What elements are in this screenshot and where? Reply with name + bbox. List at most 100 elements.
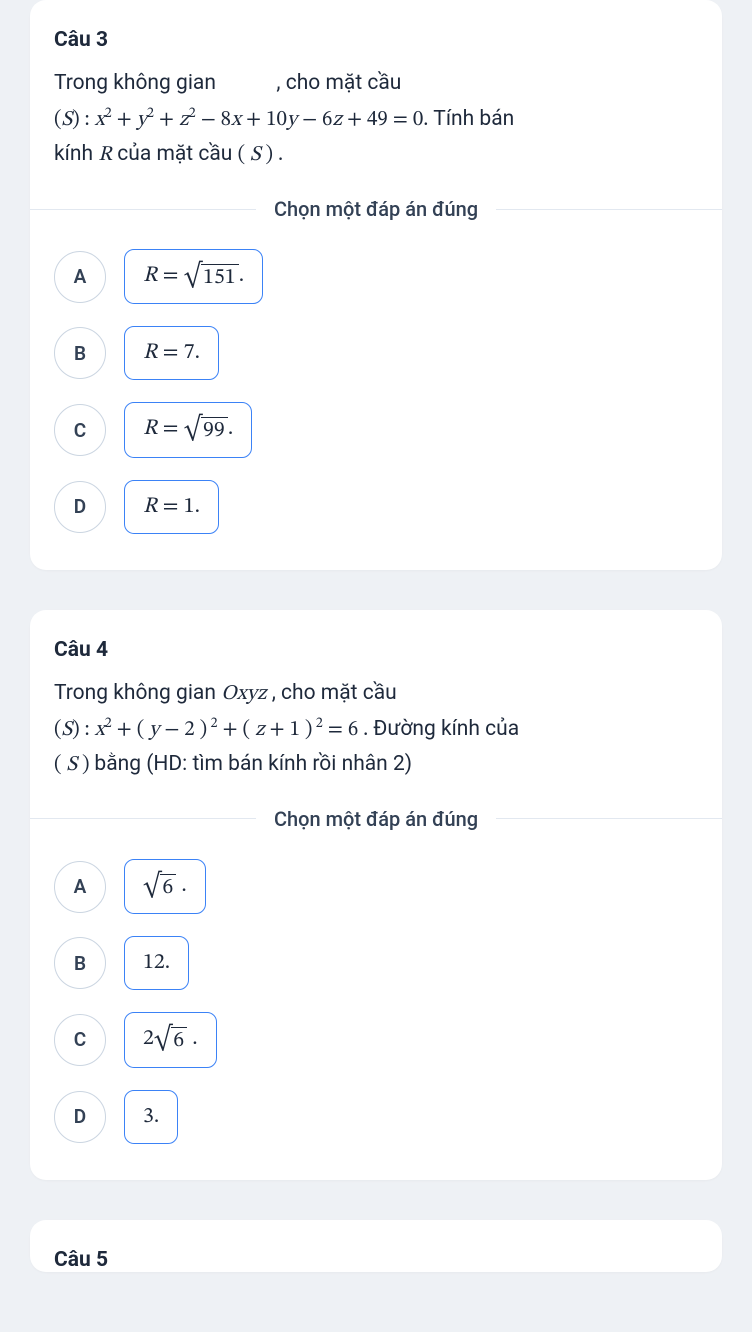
question-title: Câu 4 (54, 638, 698, 662)
math-var: y (137, 109, 147, 130)
prompt-text: Chọn một đáp án đúng (256, 197, 496, 221)
option-content[interactable]: √6 . (124, 859, 206, 914)
question-body: Trong không gian Oxyz , cho mặt cầu (S) … (54, 676, 698, 783)
text: , cho mặt cầu (267, 681, 397, 705)
math-var: y (287, 109, 297, 130)
option-content[interactable]: 2√6 . (124, 1012, 217, 1067)
math-var: x (231, 109, 241, 130)
option-c[interactable]: C 2√6 . (54, 1012, 698, 1067)
prompt-divider: Chọn một đáp án đúng (30, 197, 722, 221)
text: . (239, 265, 244, 287)
text: Tính bán (433, 107, 514, 131)
sqrt-icon: √ (154, 1028, 172, 1051)
text: − 6 (297, 109, 332, 130)
math-var: z (179, 109, 189, 130)
divider-line (30, 818, 256, 819)
math-var: R (143, 418, 158, 440)
math-var: S (250, 144, 261, 165)
math-var: z (255, 719, 265, 740)
option-letter[interactable]: C (54, 404, 106, 456)
math-var: R (143, 496, 158, 518)
text: ) : (72, 109, 95, 130)
options-list: A √6 . B 12. C 2√6 . D 3. (54, 859, 698, 1144)
text: + (154, 109, 179, 130)
math-var: S (66, 754, 77, 775)
option-letter[interactable]: D (54, 481, 106, 533)
divider-line (30, 209, 256, 210)
question-title: Câu 3 (54, 28, 698, 52)
question-body: Trong không gian , cho mặt cầu (S) : x2 … (54, 66, 698, 173)
option-d[interactable]: D 3. (54, 1090, 698, 1144)
text: kính (54, 142, 98, 166)
text: + 1 ) (265, 719, 313, 740)
sqrt-icon: √ (184, 418, 202, 441)
text: bằng (HD: tìm bán kính rồi nhân 2) (94, 752, 412, 776)
option-letter[interactable]: C (54, 1014, 106, 1066)
text: ( (54, 109, 62, 130)
option-content[interactable]: 3. (124, 1090, 178, 1144)
option-d[interactable]: D R = 1. (54, 480, 698, 534)
math-var: R (143, 265, 158, 287)
option-content[interactable]: R = √151. (124, 249, 263, 304)
divider-line (496, 818, 722, 819)
text: 2 (143, 1028, 154, 1050)
option-a[interactable]: A √6 . (54, 859, 698, 914)
text: 3. (143, 1106, 159, 1128)
question-card-4: Câu 4 Trong không gian Oxyz , cho mặt cầ… (30, 610, 722, 1180)
text: = (158, 265, 184, 287)
text: − 8 (196, 109, 231, 130)
options-list: A R = √151. B R = 7. C R = √99. D R = 1. (54, 249, 698, 534)
text: = 1. (158, 496, 200, 518)
text: = 6 . (323, 719, 368, 740)
question-card-5: Câu 5 (30, 1220, 722, 1272)
prompt-text: Chọn một đáp án đúng (256, 807, 496, 831)
text: . (176, 875, 187, 897)
text: ( (54, 719, 62, 740)
sqrt-arg: 6 (171, 1027, 187, 1054)
sqrt-arg: 99 (201, 417, 228, 444)
text: ) (77, 754, 94, 775)
option-a[interactable]: A R = √151. (54, 249, 698, 304)
option-letter[interactable]: B (54, 937, 106, 989)
sqrt-arg: 6 (160, 874, 176, 901)
sqrt-icon: √ (184, 265, 202, 288)
math-var: O (221, 683, 237, 704)
text: Đường kính của (373, 717, 519, 741)
option-letter[interactable]: A (54, 861, 106, 913)
math-var: R (98, 144, 112, 165)
option-c[interactable]: C R = √99. (54, 402, 698, 457)
math-var: y (149, 719, 159, 740)
text: + (112, 109, 137, 130)
math-var: S (62, 109, 73, 130)
question-title: Câu 5 (54, 1248, 698, 1272)
text: Trong không gian (54, 71, 216, 95)
math-var: R (143, 342, 158, 364)
text: của mặt cầu (112, 142, 238, 166)
prompt-divider: Chọn một đáp án đúng (30, 807, 722, 831)
text: Trong không gian (54, 681, 221, 705)
option-letter[interactable]: A (54, 251, 106, 303)
sqrt-arg: 151 (201, 264, 239, 291)
option-letter[interactable]: D (54, 1091, 106, 1143)
divider-line (496, 209, 722, 210)
option-content[interactable]: R = √99. (124, 402, 252, 457)
text: + ( (112, 719, 149, 740)
option-b[interactable]: B R = 7. (54, 326, 698, 380)
text: ) . (261, 144, 284, 165)
option-letter[interactable]: B (54, 327, 106, 379)
option-b[interactable]: B 12. (54, 936, 698, 990)
text: 12. (143, 952, 170, 974)
text: = 7. (158, 342, 200, 364)
option-content[interactable]: 12. (124, 936, 189, 990)
math-var: z (332, 109, 342, 130)
question-card-3: Câu 3 Trong không gian , cho mặt cầu (S)… (30, 0, 722, 570)
text: , cho mặt cầu (276, 71, 401, 95)
math-var: xyz (237, 683, 267, 704)
math-var: S (62, 719, 73, 740)
text: ( (54, 754, 66, 775)
option-content[interactable]: R = 7. (124, 326, 219, 380)
math-var: x (95, 109, 105, 130)
text: . (228, 418, 233, 440)
option-content[interactable]: R = 1. (124, 480, 219, 534)
text: + ( (218, 719, 255, 740)
